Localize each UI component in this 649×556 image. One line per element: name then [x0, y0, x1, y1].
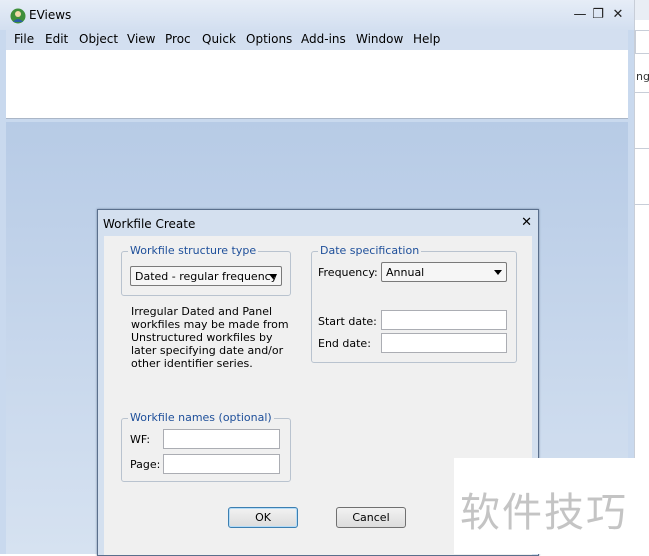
menu-quick[interactable]: Quick: [202, 32, 236, 46]
watermark: 软件技巧: [454, 458, 649, 554]
menu-add-ins[interactable]: Add-ins: [301, 32, 346, 46]
date-specification-group: Date specification Frequency: Annual Sta…: [311, 244, 517, 363]
structure-type-dropdown[interactable]: Dated - regular frequency: [130, 266, 282, 286]
date-specification-legend: Date specification: [318, 244, 422, 257]
workfile-names-group: Workfile names (optional) WF: Page:: [121, 411, 291, 482]
strip-fragment-text: ng: [636, 70, 649, 83]
title-bar: EViews — ❐ ✕: [0, 0, 634, 30]
menu-window[interactable]: Window: [356, 32, 403, 46]
command-window[interactable]: [6, 50, 628, 119]
watermark-text: 软件技巧: [460, 490, 628, 536]
strip-box: [635, 30, 649, 54]
minimize-button[interactable]: —: [571, 6, 589, 24]
menu-object[interactable]: Object: [79, 32, 118, 46]
structure-info-text: Irregular Dated and Panel workfiles may …: [131, 305, 289, 370]
cancel-button[interactable]: Cancel: [336, 507, 406, 528]
strip-divider: [635, 148, 649, 149]
close-button[interactable]: ✕: [609, 6, 627, 24]
menu-options[interactable]: Options: [246, 32, 292, 46]
strip-header: [635, 0, 649, 20]
chevron-down-icon: [269, 274, 277, 279]
frequency-label: Frequency:: [318, 266, 378, 279]
frequency-dropdown[interactable]: Annual: [381, 262, 507, 282]
wf-name-field[interactable]: [163, 429, 280, 449]
menu-proc[interactable]: Proc: [165, 32, 191, 46]
structure-type-group: Workfile structure type Dated - regular …: [121, 244, 291, 296]
strip-divider: [635, 204, 649, 205]
end-date-field[interactable]: [381, 333, 507, 353]
eviews-app-icon: [10, 8, 26, 24]
menu-help[interactable]: Help: [413, 32, 440, 46]
chevron-down-icon: [494, 270, 502, 275]
start-date-label: Start date:: [318, 315, 377, 328]
wf-label: WF:: [130, 433, 151, 446]
workfile-names-legend: Workfile names (optional): [128, 411, 274, 424]
app-title: EViews: [29, 8, 72, 22]
page-label: Page:: [130, 458, 161, 471]
restore-button[interactable]: ❐: [589, 6, 607, 24]
end-date-label: End date:: [318, 337, 371, 350]
dialog-title-bar: Workfile Create ✕: [98, 210, 538, 236]
dialog-title: Workfile Create: [103, 217, 196, 231]
structure-type-value: Dated - regular frequency: [135, 270, 278, 283]
start-date-field[interactable]: [381, 310, 507, 330]
page-name-field[interactable]: [163, 454, 280, 474]
menu-file[interactable]: File: [14, 32, 34, 46]
menu-bar: File Edit Object View Proc Quick Options…: [6, 30, 628, 50]
menu-view[interactable]: View: [127, 32, 155, 46]
menu-edit[interactable]: Edit: [45, 32, 68, 46]
ok-button[interactable]: OK: [228, 507, 298, 528]
dialog-close-icon[interactable]: ✕: [521, 215, 532, 230]
structure-type-legend: Workfile structure type: [128, 244, 259, 257]
frequency-value: Annual: [386, 266, 425, 279]
strip-divider: [635, 92, 649, 93]
